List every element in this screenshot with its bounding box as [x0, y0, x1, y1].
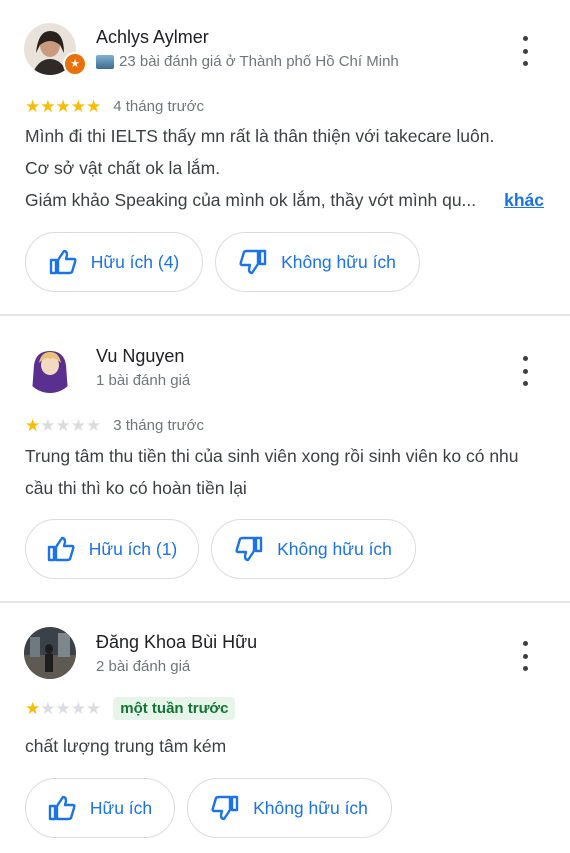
avatar[interactable] — [24, 341, 76, 393]
helpful-button[interactable]: Hữu ích (1) — [25, 519, 199, 579]
star-empty-icon: ★ — [70, 699, 86, 718]
reviewer-meta: 23 bài đánh giá ở Thành phố Hồ Chí Minh — [96, 53, 399, 70]
more-options-icon[interactable] — [513, 36, 537, 66]
review-time: 4 tháng trước — [113, 98, 205, 115]
local-guide-badge-icon: ★ — [63, 52, 87, 76]
helpful-button[interactable]: Hữu ích — [25, 778, 175, 838]
not-helpful-button[interactable]: Không hữu ích — [211, 519, 416, 579]
not-helpful-label: Không hữu ích — [253, 797, 368, 818]
review-time-badge: một tuần trước — [113, 697, 236, 720]
read-more-link[interactable]: khác — [504, 184, 544, 216]
review-text-line: Mình đi thi IELTS thấy mn rất là thân th… — [25, 126, 495, 146]
thumbs-up-icon — [47, 536, 75, 562]
review-text-line: Giám khảo Speaking của mình ok lắm, thầy… — [25, 184, 550, 216]
thumbs-up-icon — [48, 795, 76, 821]
star-filled-icon: ★ — [86, 97, 102, 116]
review-card: Vu Nguyen 1 bài đánh giá ★ ★ ★ ★ ★ 3 tháng t… — [0, 316, 570, 603]
helpful-button[interactable]: Hữu ích (4) — [25, 232, 203, 292]
local-guide-icon — [96, 54, 114, 69]
review-text-truncated: Giám khảo Speaking của mình ok lắm, thầy… — [25, 190, 477, 210]
star-empty-icon: ★ — [86, 699, 102, 718]
reviewer-name[interactable]: Đăng Khoa Bùi Hữu — [96, 632, 257, 653]
review-text-line: Trung tâm thu tiền thi của sinh viên xon… — [25, 446, 519, 466]
review-text: Trung tâm thu tiền thi của sinh viên xon… — [25, 440, 550, 504]
rating-row: ★ ★ ★ ★ ★ 4 tháng trước — [25, 98, 204, 115]
review-text-line: Cơ sở vật chất ok la lắm. — [25, 158, 221, 178]
star-empty-icon: ★ — [86, 416, 102, 435]
review-text: Mình đi thi IELTS thấy mn rất là thân th… — [25, 120, 550, 216]
helpful-label: Hữu ích (1) — [88, 538, 178, 559]
review-count: 2 bài đánh giá — [96, 658, 191, 675]
thumbs-up-icon — [49, 249, 77, 275]
review-time: 3 tháng trước — [113, 417, 205, 434]
star-empty-icon: ★ — [40, 699, 56, 718]
star-empty-icon: ★ — [70, 416, 86, 435]
star-filled-icon: ★ — [25, 699, 41, 718]
thumbs-down-icon — [235, 536, 263, 562]
review-count: 23 bài đánh giá ở Thành phố Hồ Chí Minh — [119, 53, 399, 70]
star-empty-icon: ★ — [55, 416, 71, 435]
review-text: chất lượng trung tâm kém — [25, 730, 550, 762]
star-empty-icon: ★ — [55, 699, 71, 718]
more-options-icon[interactable] — [513, 641, 537, 671]
star-rating: ★ ★ ★ ★ ★ — [25, 700, 101, 717]
thumbs-down-icon — [211, 795, 239, 821]
not-helpful-button[interactable]: Không hữu ích — [187, 778, 392, 838]
review-count: 1 bài đánh giá — [96, 372, 191, 389]
star-filled-icon: ★ — [40, 97, 56, 116]
star-filled-icon: ★ — [25, 97, 41, 116]
rating-row: ★ ★ ★ ★ ★ 3 tháng trước — [25, 417, 204, 434]
reviewer-meta: 2 bài đánh giá — [96, 658, 190, 675]
review-text-line: chất lượng trung tâm kém — [25, 736, 227, 756]
not-helpful-label: Không hữu ích — [277, 538, 392, 559]
review-card: Đăng Khoa Bùi Hữu 2 bài đánh giá ★ ★ ★ ★ ★ m… — [0, 603, 570, 853]
star-empty-icon: ★ — [40, 416, 56, 435]
thumbs-down-icon — [239, 249, 267, 275]
more-options-icon[interactable] — [513, 356, 537, 386]
avatar[interactable] — [24, 627, 76, 679]
reviewer-meta: 1 bài đánh giá — [96, 372, 190, 389]
star-rating: ★ ★ ★ ★ ★ — [25, 417, 101, 434]
review-text-line: cầu thi thì ko có hoàn tiền lại — [25, 478, 247, 498]
star-filled-icon: ★ — [55, 97, 71, 116]
star-filled-icon: ★ — [25, 416, 41, 435]
not-helpful-button[interactable]: Không hữu ích — [215, 232, 420, 292]
star-rating: ★ ★ ★ ★ ★ — [25, 98, 101, 115]
review-card: ★ Achlys Aylmer 23 bài đánh giá ở Thành … — [0, 0, 570, 316]
helpful-label: Hữu ích — [89, 797, 153, 818]
star-filled-icon: ★ — [70, 97, 86, 116]
helpful-label: Hữu ích (4) — [90, 251, 180, 272]
not-helpful-label: Không hữu ích — [281, 251, 396, 272]
reviewer-name[interactable]: Achlys Aylmer — [96, 27, 209, 48]
reviewer-name[interactable]: Vu Nguyen — [96, 346, 184, 367]
rating-row: ★ ★ ★ ★ ★ một tuần trước — [25, 697, 236, 720]
